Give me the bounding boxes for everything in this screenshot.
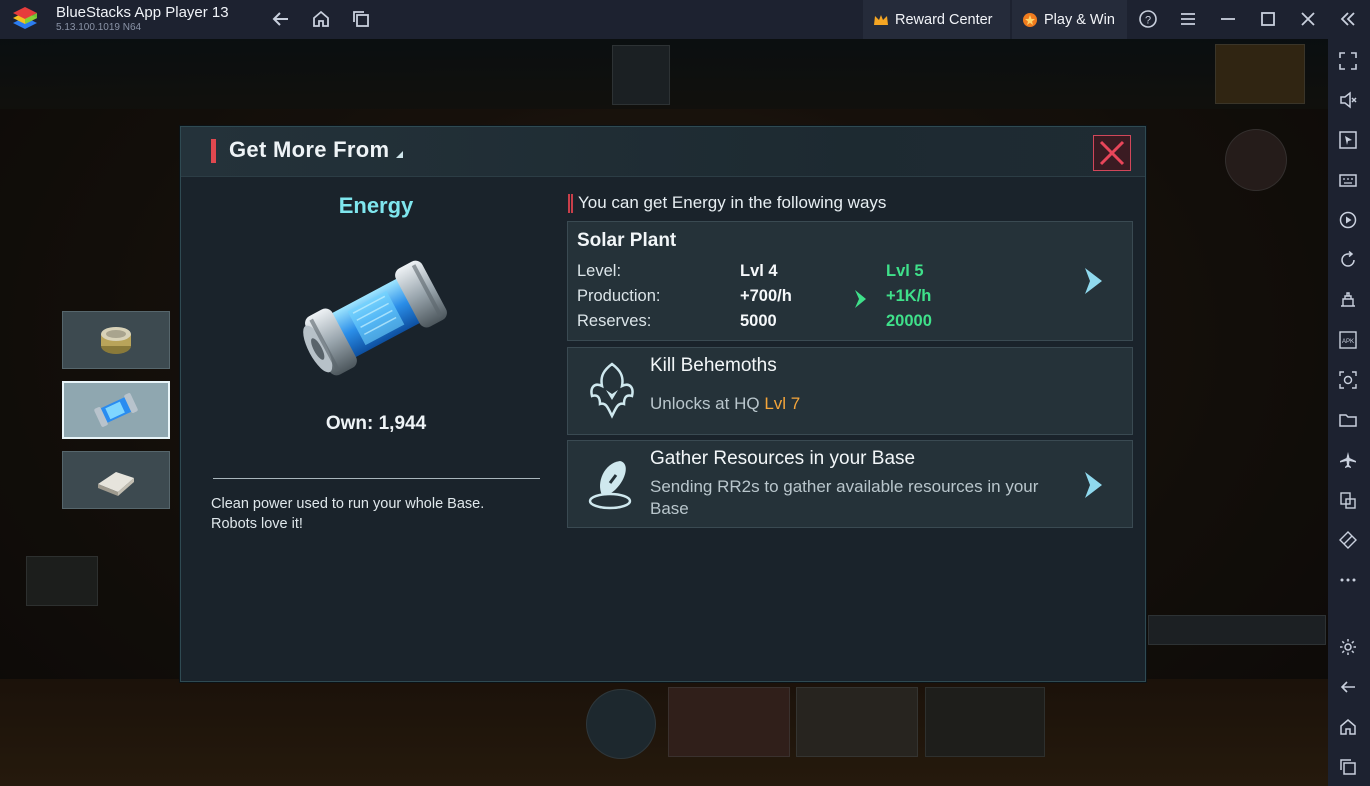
svg-text:APK: APK [1342,339,1354,345]
fullscreen-icon[interactable] [1337,50,1359,72]
gather-resources-description: Sending RR2s to gather available resourc… [650,477,1039,518]
kill-behemoths-unlock: Unlocks at HQ Lvl 7 [650,393,1070,415]
help-icon[interactable]: ? [1137,8,1159,30]
owned-amount: Own: 1,944 [325,413,427,434]
solar-plant-card[interactable]: Solar Plant Level: Lvl 4 Lvl 5 Productio… [567,221,1133,341]
close-window-icon[interactable] [1297,8,1319,30]
ways-accent-bar [568,194,573,213]
more-options-icon[interactable] [1337,569,1359,591]
reward-center-button[interactable]: Reward Center [863,0,1010,39]
android-recents-icon[interactable] [1337,756,1359,778]
level-label: Level: [577,262,622,280]
level-current: Lvl 4 [740,262,778,280]
minimize-icon[interactable] [1217,8,1239,30]
rotate-icon[interactable] [1337,249,1359,271]
reserves-current: 5000 [740,312,777,330]
energy-cell-icon [303,260,447,376]
title-corner-icon [396,151,403,158]
food-can-icon [101,327,131,354]
close-dialog-button[interactable] [1093,135,1131,171]
energy-cell-icon [94,393,138,427]
ways-header: You can get Energy in the following ways [578,193,887,212]
divider [213,478,540,479]
unlock-prefix: Unlocks at HQ [650,394,765,413]
resource-name: Energy [338,193,414,218]
kill-behemoths-card: Kill Behemoths Unlocks at HQ Lvl 7 [567,347,1133,435]
play-win-label: Play & Win [1044,11,1115,28]
back-icon[interactable] [270,8,292,30]
app-title: BlueStacks App Player 13 [56,4,229,21]
unlock-level: Lvl 7 [764,394,801,413]
reserves-label: Reserves: [577,312,652,330]
production-label: Production: [577,287,661,305]
crown-icon [874,14,888,25]
dialog-header: Get More From [181,127,1145,177]
close-icon [1099,140,1125,166]
record-icon[interactable] [1337,209,1359,231]
kill-behemoths-title: Kill Behemoths [650,355,777,376]
resource-description: Clean power used to run your whole Base.… [211,496,485,532]
android-home-icon[interactable] [1337,716,1359,738]
multi-instance-icon[interactable] [1337,489,1359,511]
keyboard-icon[interactable] [1337,169,1359,191]
behemoth-emblem-icon [590,362,634,419]
gather-drone-icon [588,461,632,510]
menu-icon[interactable] [1177,8,1199,30]
resource-tab-energy[interactable] [62,381,170,439]
reserves-next: 20000 [886,312,932,330]
chevron-right-icon[interactable] [1082,470,1104,500]
dialog-title: Get More From [229,137,390,162]
gather-resources-card[interactable]: Gather Resources in your Base Sending RR… [567,440,1133,528]
title-accent-bar [211,139,216,163]
gather-resources-title: Gather Resources in your Base [650,448,916,469]
level-next: Lvl 5 [886,262,924,280]
bluestacks-logo-icon [13,7,37,29]
game-viewport[interactable]: Get More From Energy Own: 1,944 Clean po… [0,39,1328,786]
solar-plant-title: Solar Plant [577,230,677,251]
get-more-from-dialog: Get More From Energy Own: 1,944 Clean po… [180,126,1146,682]
volume-icon[interactable] [1337,89,1359,111]
chevron-right-icon[interactable] [1082,266,1104,296]
emulator-sidebar: APK [1328,39,1370,786]
production-next: +1K/h [886,287,932,305]
svg-text:?: ? [1145,15,1151,27]
resource-tab-food[interactable] [62,311,170,369]
play-win-button[interactable]: Play & Win [1012,0,1127,39]
production-current: +700/h [740,287,792,305]
airplane-icon[interactable] [1337,449,1359,471]
home-icon[interactable] [310,8,332,30]
apk-install-icon[interactable]: APK [1337,329,1359,351]
play-win-icon [1023,12,1037,27]
collapse-sidebar-icon[interactable] [1337,8,1359,30]
metal-ingot-icon [98,472,134,496]
android-back-icon[interactable] [1337,676,1359,698]
upgrade-arrow-icon [855,290,866,308]
macro-icon[interactable] [1337,289,1359,311]
eco-mode-icon[interactable] [1337,529,1359,551]
resource-tab-metal[interactable] [62,451,170,509]
reward-center-label: Reward Center [895,11,993,28]
maximize-icon[interactable] [1257,8,1279,30]
window-titlebar: BlueStacks App Player 13 5.13.100.1019 N… [0,0,1370,39]
app-version: 5.13.100.1019 N64 [56,22,142,33]
screenshot-icon[interactable] [1337,369,1359,391]
recent-apps-icon[interactable] [350,8,372,30]
settings-icon[interactable] [1337,636,1359,658]
folder-icon[interactable] [1337,409,1359,431]
pointer-icon[interactable] [1337,129,1359,151]
